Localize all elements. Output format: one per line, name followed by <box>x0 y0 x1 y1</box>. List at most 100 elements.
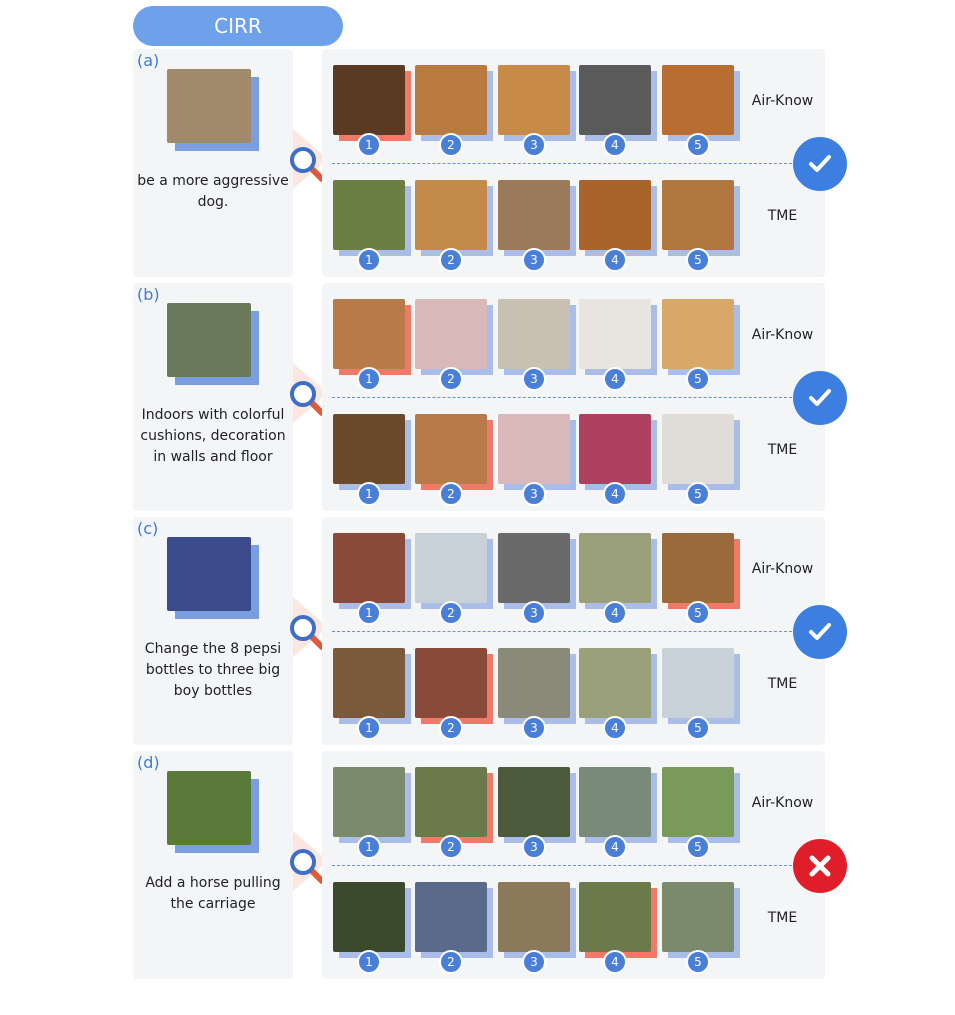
query-image <box>167 303 251 377</box>
rank-badge: 3 <box>522 601 546 625</box>
rank-badge: 5 <box>686 601 710 625</box>
rank-badge: 5 <box>686 248 710 272</box>
rank-badge: 3 <box>522 950 546 974</box>
rank-badge: 5 <box>686 716 710 740</box>
candidate-image <box>662 180 734 250</box>
rank-badge: 1 <box>357 367 381 391</box>
rank-badge: 2 <box>439 601 463 625</box>
candidate-image <box>579 882 651 952</box>
rank-badge: 4 <box>603 716 627 740</box>
cross-icon <box>793 839 847 893</box>
query-text: Indoors with colorful cushions, decorati… <box>140 407 286 465</box>
candidate-image <box>498 533 570 603</box>
results-panel: 1 2 3 4 5 Air-Know 1 2 3 4 5 TME <box>322 283 825 511</box>
candidate-image <box>662 299 734 369</box>
results-panel: 1 2 3 4 5 Air-Know 1 2 3 4 5 TME <box>322 49 825 277</box>
air-know-row-label: Air-Know <box>751 795 814 811</box>
rank-badge: 5 <box>686 950 710 974</box>
tme-row-label: TME <box>767 442 798 458</box>
rank-badge: 1 <box>357 248 381 272</box>
row-divider <box>332 163 802 164</box>
rank-badge: 4 <box>603 482 627 506</box>
rank-badge: 1 <box>357 482 381 506</box>
candidate-image <box>333 65 405 135</box>
candidate-image <box>333 180 405 250</box>
example-label: (c) <box>137 519 159 538</box>
candidate-image <box>415 65 487 135</box>
candidate-image <box>579 299 651 369</box>
example-label: (a) <box>137 51 160 70</box>
rank-badge: 4 <box>603 950 627 974</box>
air-know-row-label: Air-Know <box>751 561 814 577</box>
rank-badge: 1 <box>357 133 381 157</box>
candidate-image <box>662 767 734 837</box>
tme-row-label: TME <box>767 676 798 692</box>
rank-badge: 2 <box>439 716 463 740</box>
rank-badge: 3 <box>522 367 546 391</box>
candidate-image <box>662 414 734 484</box>
rank-badge: 3 <box>522 133 546 157</box>
rank-badge: 3 <box>522 248 546 272</box>
candidate-image <box>498 414 570 484</box>
candidate-image <box>579 414 651 484</box>
rank-badge: 2 <box>439 133 463 157</box>
results-panel: 1 2 3 4 5 Air-Know 1 2 3 4 5 TME <box>322 517 825 745</box>
candidate-image <box>333 648 405 718</box>
candidate-image <box>498 648 570 718</box>
candidate-image <box>415 533 487 603</box>
candidate-image <box>662 533 734 603</box>
candidate-image <box>415 648 487 718</box>
rank-badge: 4 <box>603 248 627 272</box>
candidate-image <box>333 533 405 603</box>
row-divider <box>332 631 802 632</box>
query-text: Add a horse pulling the carriage <box>145 875 281 912</box>
query-image <box>167 537 251 611</box>
rank-badge: 3 <box>522 716 546 740</box>
candidate-image <box>662 65 734 135</box>
candidate-image <box>415 882 487 952</box>
candidate-image <box>498 299 570 369</box>
query-panel: (c) Change the 8 pepsi bottles to three b… <box>133 517 293 745</box>
rank-badge: 5 <box>686 835 710 859</box>
rank-badge: 2 <box>439 950 463 974</box>
rank-badge: 1 <box>357 716 381 740</box>
check-icon <box>793 605 847 659</box>
rank-badge: 2 <box>439 482 463 506</box>
rank-badge: 2 <box>439 835 463 859</box>
query-text: be a more aggressive dog. <box>137 173 289 210</box>
candidate-image <box>415 414 487 484</box>
rank-badge: 4 <box>603 835 627 859</box>
rank-badge: 2 <box>439 367 463 391</box>
candidate-image <box>579 767 651 837</box>
rank-badge: 5 <box>686 133 710 157</box>
candidate-image <box>498 882 570 952</box>
rank-badge: 5 <box>686 482 710 506</box>
tme-row-label: TME <box>767 910 798 926</box>
candidate-image <box>415 180 487 250</box>
rank-badge: 5 <box>686 367 710 391</box>
air-know-row-label: Air-Know <box>751 327 814 343</box>
rank-badge: 1 <box>357 835 381 859</box>
tme-row-label: TME <box>767 208 798 224</box>
candidate-image <box>333 299 405 369</box>
query-image <box>167 771 251 845</box>
candidate-image <box>579 533 651 603</box>
example-label: (d) <box>137 753 160 772</box>
candidate-image <box>498 767 570 837</box>
rank-badge: 2 <box>439 248 463 272</box>
results-panel: 1 2 3 4 5 Air-Know 1 2 3 4 5 TME <box>322 751 825 979</box>
example-label: (b) <box>137 285 160 304</box>
candidate-image <box>579 180 651 250</box>
candidate-image <box>333 414 405 484</box>
rank-badge: 4 <box>603 367 627 391</box>
rank-badge: 3 <box>522 835 546 859</box>
query-panel: (d) Add a horse pulling the carriage <box>133 751 293 979</box>
row-divider <box>332 865 802 866</box>
rank-badge: 4 <box>603 133 627 157</box>
candidate-image <box>415 767 487 837</box>
candidate-image <box>498 65 570 135</box>
dataset-title: CIRR <box>133 6 343 46</box>
query-image <box>167 69 251 143</box>
candidate-image <box>662 882 734 952</box>
row-divider <box>332 397 802 398</box>
